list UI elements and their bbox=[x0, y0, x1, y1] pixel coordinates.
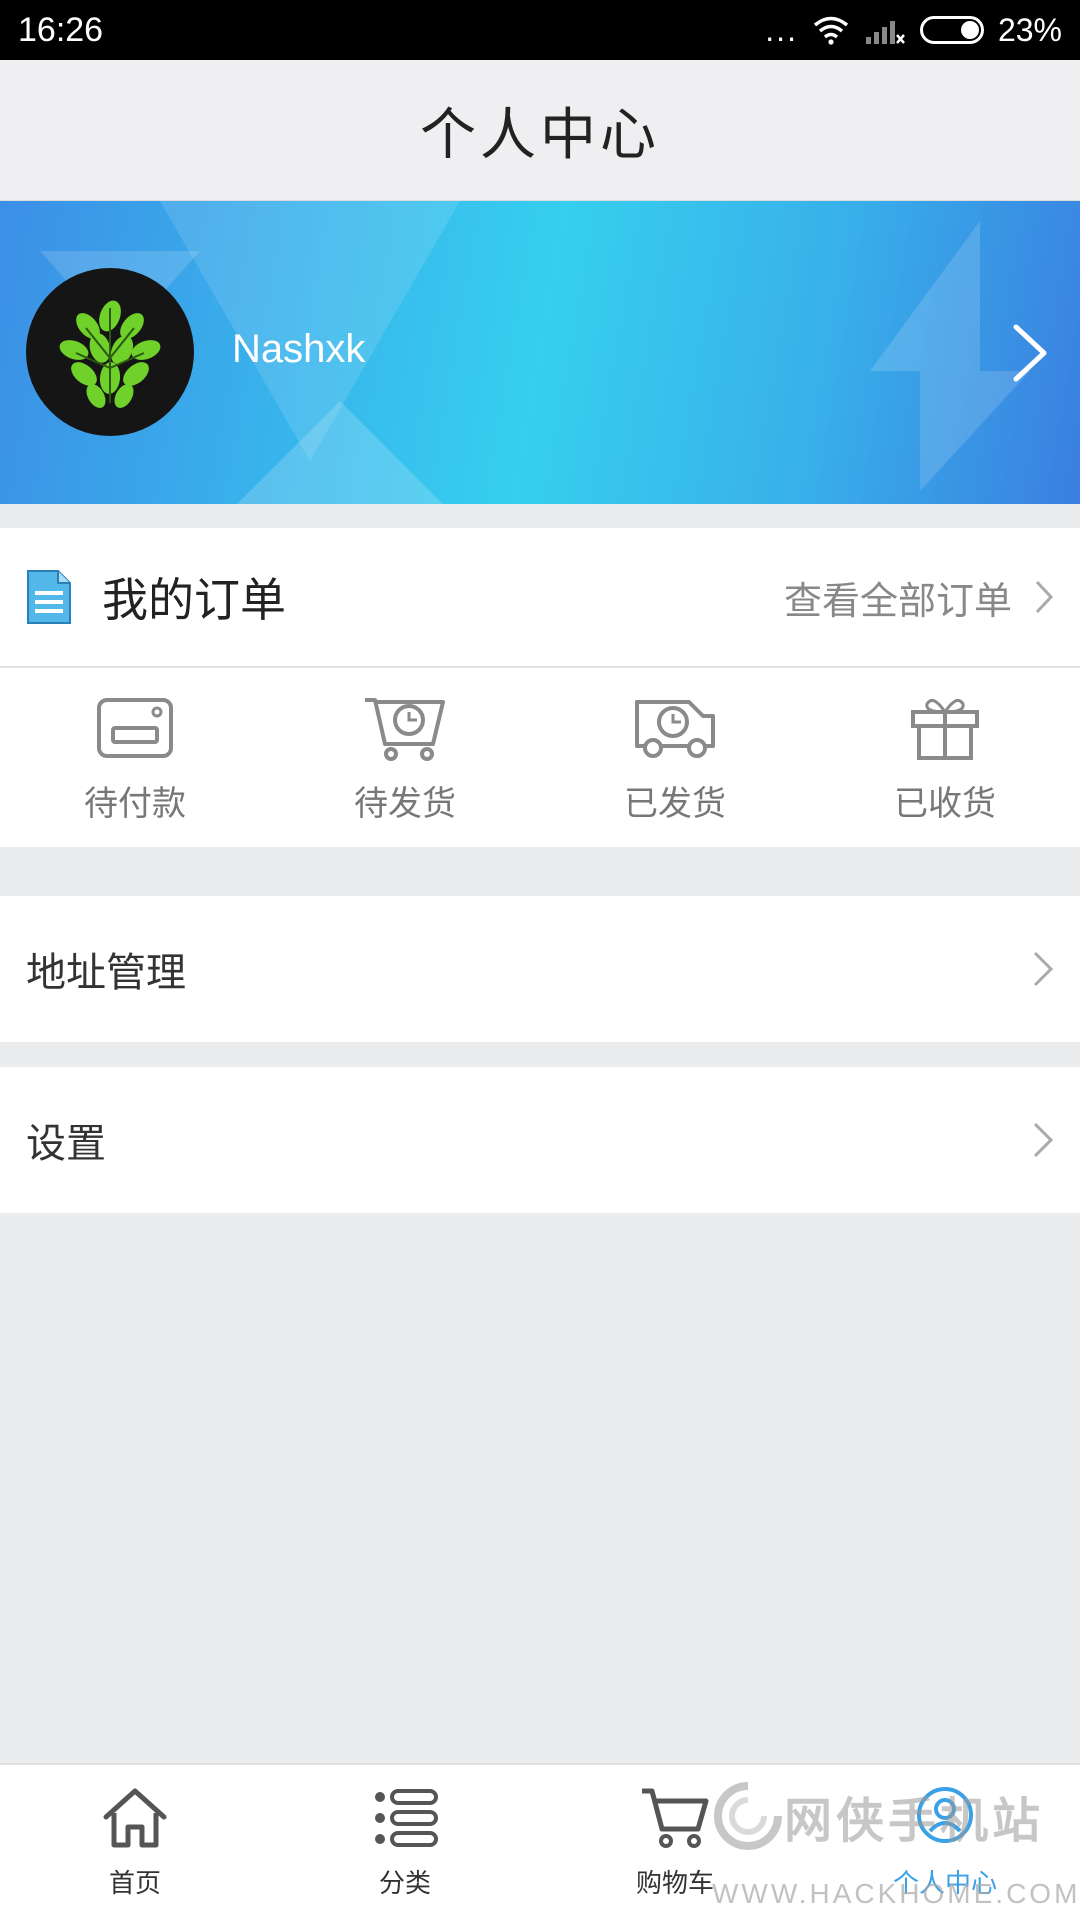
list-icon bbox=[375, 1789, 438, 1847]
orders-title: 我的订单 bbox=[102, 573, 286, 627]
tab-home[interactable]: 首页 bbox=[0, 1765, 270, 1920]
chevron-right-icon[interactable] bbox=[1010, 321, 1050, 385]
wifi-icon bbox=[813, 16, 849, 45]
status-indicators: ... 23% bbox=[765, 12, 1062, 49]
watermark-url: WWW.HACKHOME.COM bbox=[712, 1878, 1080, 1909]
order-status-row: 待付款 待发货 已发货 已收货 bbox=[0, 668, 1080, 845]
document-icon bbox=[27, 570, 71, 624]
banner-decoration bbox=[870, 221, 980, 371]
order-status-label: 待发货 bbox=[354, 784, 456, 824]
cart-icon bbox=[642, 1788, 709, 1848]
settings-row[interactable]: 设置 bbox=[0, 1067, 1080, 1213]
view-all-orders-link[interactable]: 查看全部订单 bbox=[784, 570, 1054, 625]
banner-decoration bbox=[920, 371, 1030, 491]
signal-icon bbox=[865, 21, 905, 44]
address-management-row[interactable]: 地址管理 bbox=[0, 896, 1080, 1042]
leaf-pattern-avatar-image bbox=[59, 300, 161, 408]
home-icon bbox=[103, 1788, 167, 1848]
profile-banner[interactable]: Nashxk bbox=[0, 201, 1080, 504]
banner-decoration bbox=[220, 401, 460, 504]
view-all-orders-label: 查看全部订单 bbox=[783, 578, 1012, 623]
wallet-icon bbox=[97, 698, 173, 758]
order-status-label: 已收货 bbox=[894, 784, 996, 824]
username: Nashxk bbox=[232, 327, 366, 371]
app-header: 个人中心 bbox=[0, 60, 1080, 201]
avatar[interactable] bbox=[26, 268, 194, 436]
chevron-right-icon bbox=[1033, 1122, 1054, 1158]
order-status-received[interactable]: 已收货 bbox=[810, 668, 1080, 845]
tab-cart-label: 购物车 bbox=[635, 1869, 714, 1899]
address-management-label: 地址管理 bbox=[26, 950, 186, 996]
chevron-right-icon bbox=[1033, 951, 1054, 987]
battery-icon bbox=[919, 16, 984, 44]
gift-icon bbox=[911, 698, 979, 760]
tab-category[interactable]: 分类 bbox=[270, 1765, 540, 1920]
orders-header[interactable]: 我的订单 查看全部订单 bbox=[0, 528, 1080, 668]
chevron-right-icon bbox=[1035, 580, 1054, 614]
order-status-pending-shipment[interactable]: 待发货 bbox=[270, 668, 540, 845]
order-status-shipped[interactable]: 已发货 bbox=[540, 668, 810, 845]
person-icon bbox=[917, 1787, 973, 1843]
order-status-pending-payment[interactable]: 待付款 bbox=[0, 668, 270, 845]
settings-label: 设置 bbox=[26, 1121, 106, 1167]
notification-dots: ... bbox=[765, 11, 798, 48]
battery-percent: 23% bbox=[997, 11, 1062, 48]
page-title: 个人中心 bbox=[420, 102, 660, 168]
truck-icon bbox=[635, 700, 715, 758]
tab-category-label: 分类 bbox=[378, 1869, 431, 1899]
tab-home-label: 首页 bbox=[108, 1869, 161, 1899]
status-time: 16:26 bbox=[18, 10, 104, 49]
order-status-label: 待付款 bbox=[84, 784, 186, 824]
cart-clock-icon bbox=[365, 698, 445, 761]
status-bar: 16:26 ... 23% bbox=[0, 0, 1080, 60]
order-status-label: 已发货 bbox=[624, 784, 726, 824]
orders-card: 我的订单 查看全部订单 待付款 待发货 已发货 已收货 bbox=[0, 528, 1080, 847]
